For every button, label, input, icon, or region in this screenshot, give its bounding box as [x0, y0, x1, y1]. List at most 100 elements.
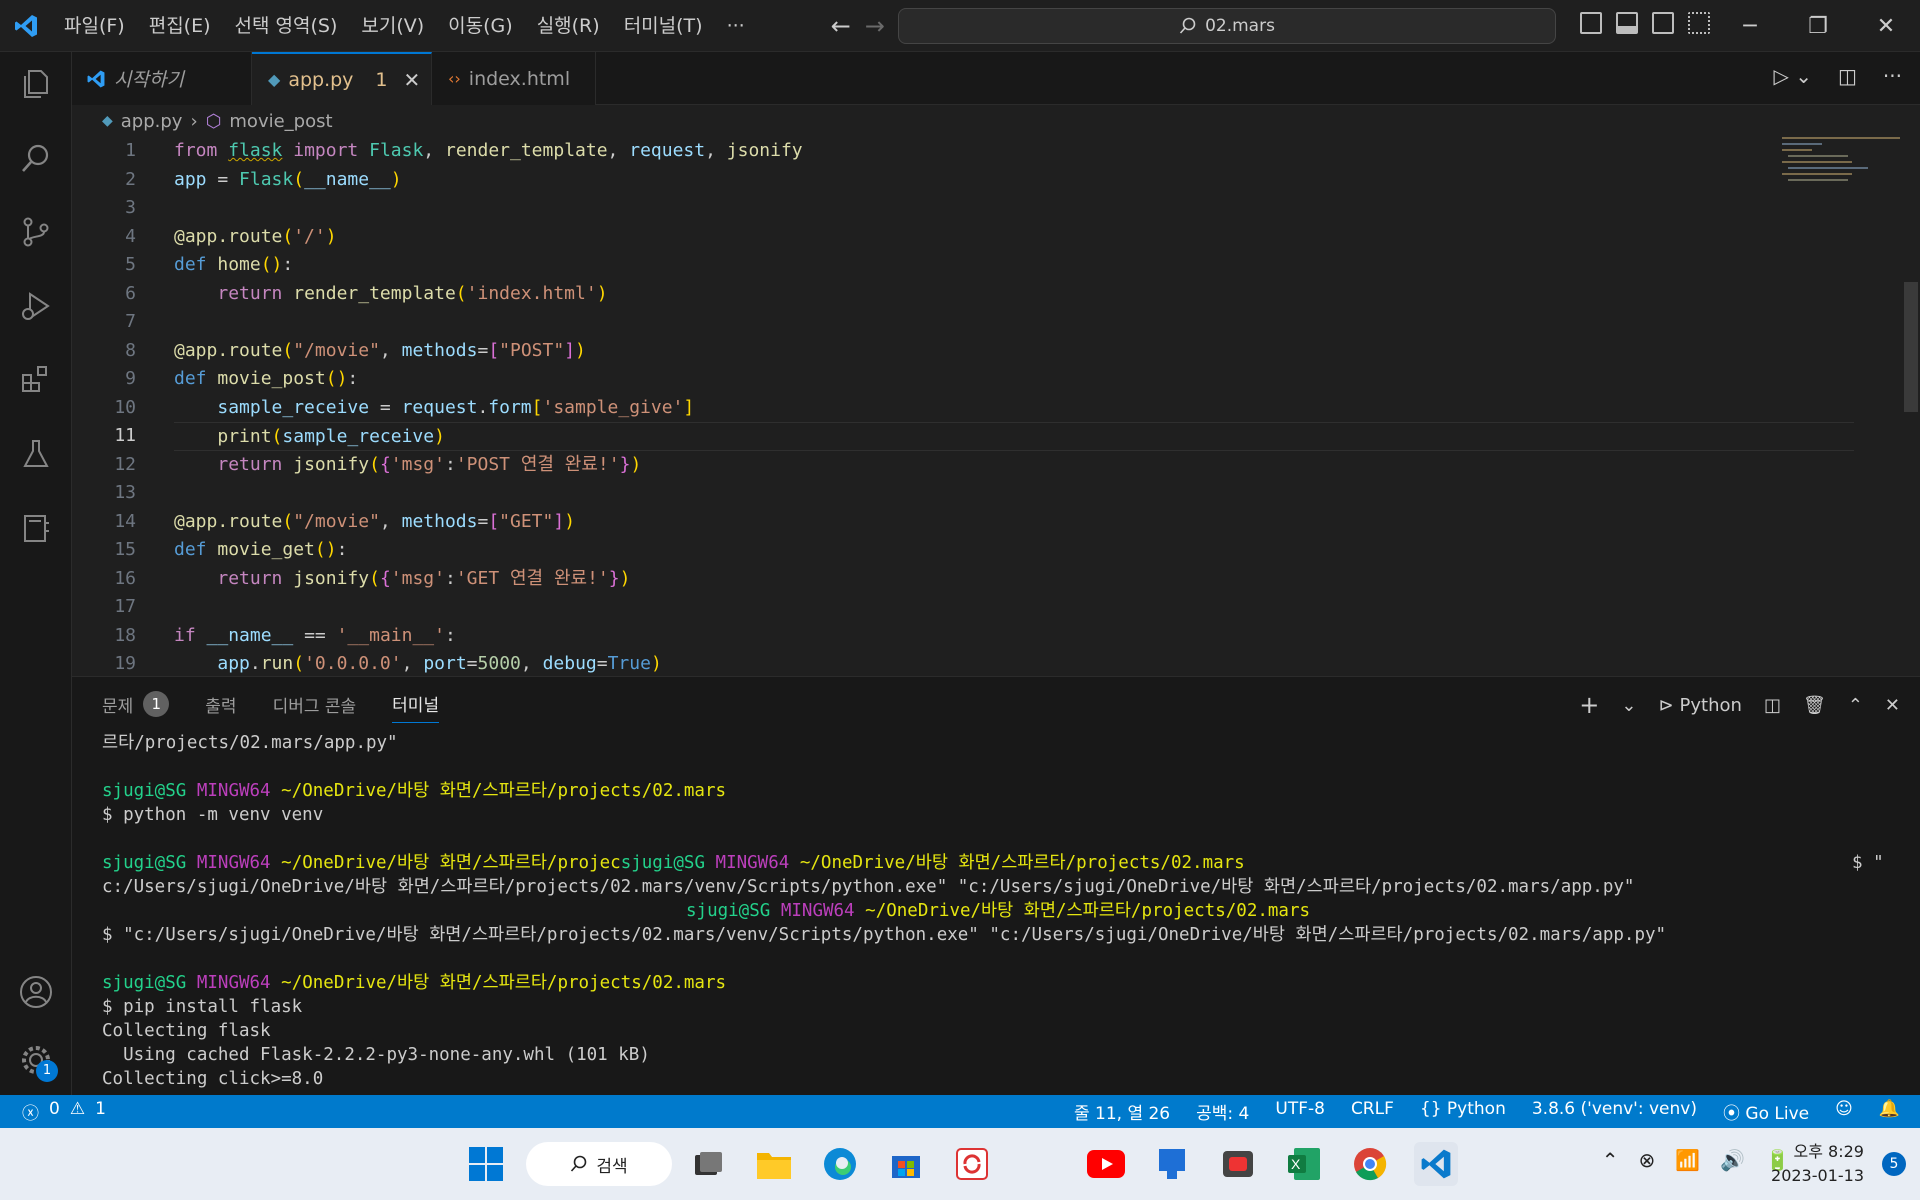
code-line-8: @app.route("/movie", methods=["POST"]) [174, 339, 586, 361]
windows-start-icon[interactable] [464, 1142, 508, 1186]
language-mode[interactable]: {} Python [1420, 1099, 1506, 1124]
code-editor[interactable]: 1 2 3 4 5 6 7 8 9 10 11 12 13 14 15 16 17 18 19 from flask… [72, 137, 1920, 676]
menu-file[interactable]: 파일(F) [52, 0, 137, 52]
forward-arrow-icon[interactable]: → [865, 12, 885, 40]
menu-run[interactable]: 실행(R) [525, 0, 612, 52]
terminal-output[interactable]: 르타/projects/02.mars/app.py" sjugi@SG MIN… [102, 731, 1902, 1091]
task-view-icon[interactable] [686, 1142, 730, 1186]
chrome-icon[interactable] [1348, 1142, 1392, 1186]
toggle-panel-icon[interactable] [1616, 12, 1638, 34]
app-icon[interactable] [1150, 1142, 1194, 1186]
excel-icon[interactable]: X [1282, 1142, 1326, 1186]
tab-welcome[interactable]: 시작하기 [72, 52, 252, 105]
go-live-button[interactable]: ⦿ Go Live [1723, 1099, 1809, 1124]
toggle-secondary-sidebar-icon[interactable] [1652, 12, 1674, 34]
run-python-icon[interactable]: ▷ ⌄ [1774, 64, 1813, 88]
menu-selection[interactable]: 선택 영역(S) [223, 0, 350, 52]
notification-badge[interactable]: 5 [1882, 1152, 1906, 1176]
toggle-sidebar-icon[interactable] [1580, 12, 1602, 34]
minimap[interactable] [1782, 137, 1900, 187]
tab-problems[interactable]: 문제 1 [102, 691, 170, 723]
microsoft-store-icon[interactable] [884, 1142, 928, 1186]
menu-go[interactable]: 이동(G) [436, 0, 525, 52]
terminal-line: c:/Users/sjugi/OneDrive/바탕 화면/스파르타/proje… [102, 877, 1635, 897]
minimize-icon[interactable]: ─ [1716, 0, 1784, 52]
close-window-icon[interactable]: ✕ [1852, 0, 1920, 52]
close-tab-icon[interactable]: ✕ [404, 68, 421, 92]
volume-icon[interactable]: 🔊 [1720, 1148, 1745, 1172]
search-view-icon[interactable] [0, 126, 72, 190]
run-debug-icon[interactable] [0, 274, 72, 338]
file-explorer-icon[interactable] [752, 1142, 796, 1186]
taskbar-search[interactable]: 검색 [526, 1142, 672, 1186]
python-interpreter[interactable]: 3.8.6 ('venv': venv) [1532, 1099, 1697, 1124]
notebook-icon[interactable] [0, 496, 72, 560]
app-icon[interactable] [1216, 1142, 1260, 1186]
wifi-icon[interactable]: 📶 [1675, 1148, 1700, 1172]
youtube-icon[interactable] [1084, 1142, 1128, 1186]
menu-terminal[interactable]: 터미널(T) [612, 0, 715, 52]
terminal-shell-selector[interactable]: ⊳ Python [1658, 695, 1742, 716]
chevron-up-icon[interactable]: ⌃ [1602, 1148, 1619, 1172]
restore-icon[interactable]: ❐ [1784, 0, 1852, 52]
line-number: 16 [114, 567, 136, 589]
html-file-icon: ‹› [448, 69, 461, 88]
customize-layout-icon[interactable] [1688, 12, 1710, 34]
scrollbar-thumb[interactable] [1904, 282, 1918, 412]
trash-icon[interactable]: 🗑 [1803, 695, 1826, 716]
clock[interactable]: 오후 8:29 2023-01-13 [1771, 1140, 1864, 1188]
breadcrumb-symbol[interactable]: movie_post [229, 111, 332, 132]
tab-label: 출력 [205, 696, 237, 717]
vscode-taskbar-icon[interactable] [1414, 1142, 1458, 1186]
tab-terminal[interactable]: 터미널 [392, 691, 440, 723]
chevron-down-icon[interactable]: ⌄ [1621, 695, 1636, 716]
bell-icon[interactable]: 🔔 [1879, 1099, 1900, 1124]
tab-app-py[interactable]: ◆ app.py 1 ✕ [252, 52, 432, 105]
date: 2023-01-13 [1771, 1166, 1864, 1185]
extensions-icon[interactable] [0, 348, 72, 412]
maximize-panel-icon[interactable]: ⌃ [1848, 695, 1863, 716]
new-terminal-icon[interactable]: + [1579, 691, 1599, 719]
tab-debug-console[interactable]: 디버그 콘솔 [273, 691, 357, 723]
testing-icon[interactable] [0, 422, 72, 486]
line-number: 12 [114, 453, 136, 475]
breadcrumb: ◆ app.py › ⬡ movie_post [72, 105, 1920, 137]
breadcrumb-file[interactable]: app.py [121, 111, 183, 132]
split-terminal-icon[interactable]: ◫ [1764, 695, 1781, 716]
line-number: 2 [125, 168, 136, 190]
menu-edit[interactable]: 편집(E) [137, 0, 223, 52]
sync-app-icon[interactable] [950, 1142, 994, 1186]
code-line-5: def home(): [174, 254, 294, 275]
tab-label: 시작하기 [114, 69, 184, 91]
line-number: 1 [125, 140, 136, 161]
account-icon[interactable] [0, 960, 72, 1024]
terminal-line: 르타/projects/02.mars/app.py" [102, 733, 398, 753]
python-file-icon: ◆ [268, 70, 281, 89]
tab-index-html[interactable]: ‹› index.html [432, 52, 596, 105]
menu-view[interactable]: 보기(V) [349, 0, 436, 52]
explorer-icon[interactable] [0, 52, 72, 116]
edge-browser-icon[interactable] [818, 1142, 862, 1186]
end-of-line[interactable]: CRLF [1351, 1099, 1394, 1124]
problems-status[interactable]: ⓧ 0 ⚠ 1 [0, 1099, 106, 1124]
more-actions-icon[interactable]: ··· [1883, 64, 1902, 88]
encoding[interactable]: UTF-8 [1275, 1099, 1325, 1124]
cursor-position[interactable]: 줄 11, 열 26 [1074, 1099, 1170, 1124]
back-arrow-icon[interactable]: ← [831, 12, 851, 40]
feedback-icon[interactable]: ☺ [1835, 1099, 1853, 1124]
menu-more[interactable]: ··· [715, 0, 757, 52]
editor-scrollbar[interactable] [1902, 137, 1920, 676]
command-center-search[interactable]: 02.mars [898, 8, 1556, 44]
tab-label: index.html [468, 67, 571, 90]
close-panel-icon[interactable]: ✕ [1885, 695, 1900, 716]
manage-gear-icon[interactable] [0, 1028, 72, 1092]
terminal-line: $ pip install flask [102, 997, 303, 1017]
split-editor-icon[interactable]: ◫ [1838, 64, 1857, 88]
menu-bar: 파일(F) 편집(E) 선택 영역(S) 보기(V) 이동(G) 실행(R) 터… [52, 0, 757, 52]
source-control-icon[interactable] [0, 200, 72, 264]
indentation[interactable]: 공백: 4 [1196, 1099, 1249, 1124]
tab-output[interactable]: 출력 [205, 691, 236, 723]
app-tray-icon[interactable]: ⊗ [1639, 1148, 1656, 1172]
